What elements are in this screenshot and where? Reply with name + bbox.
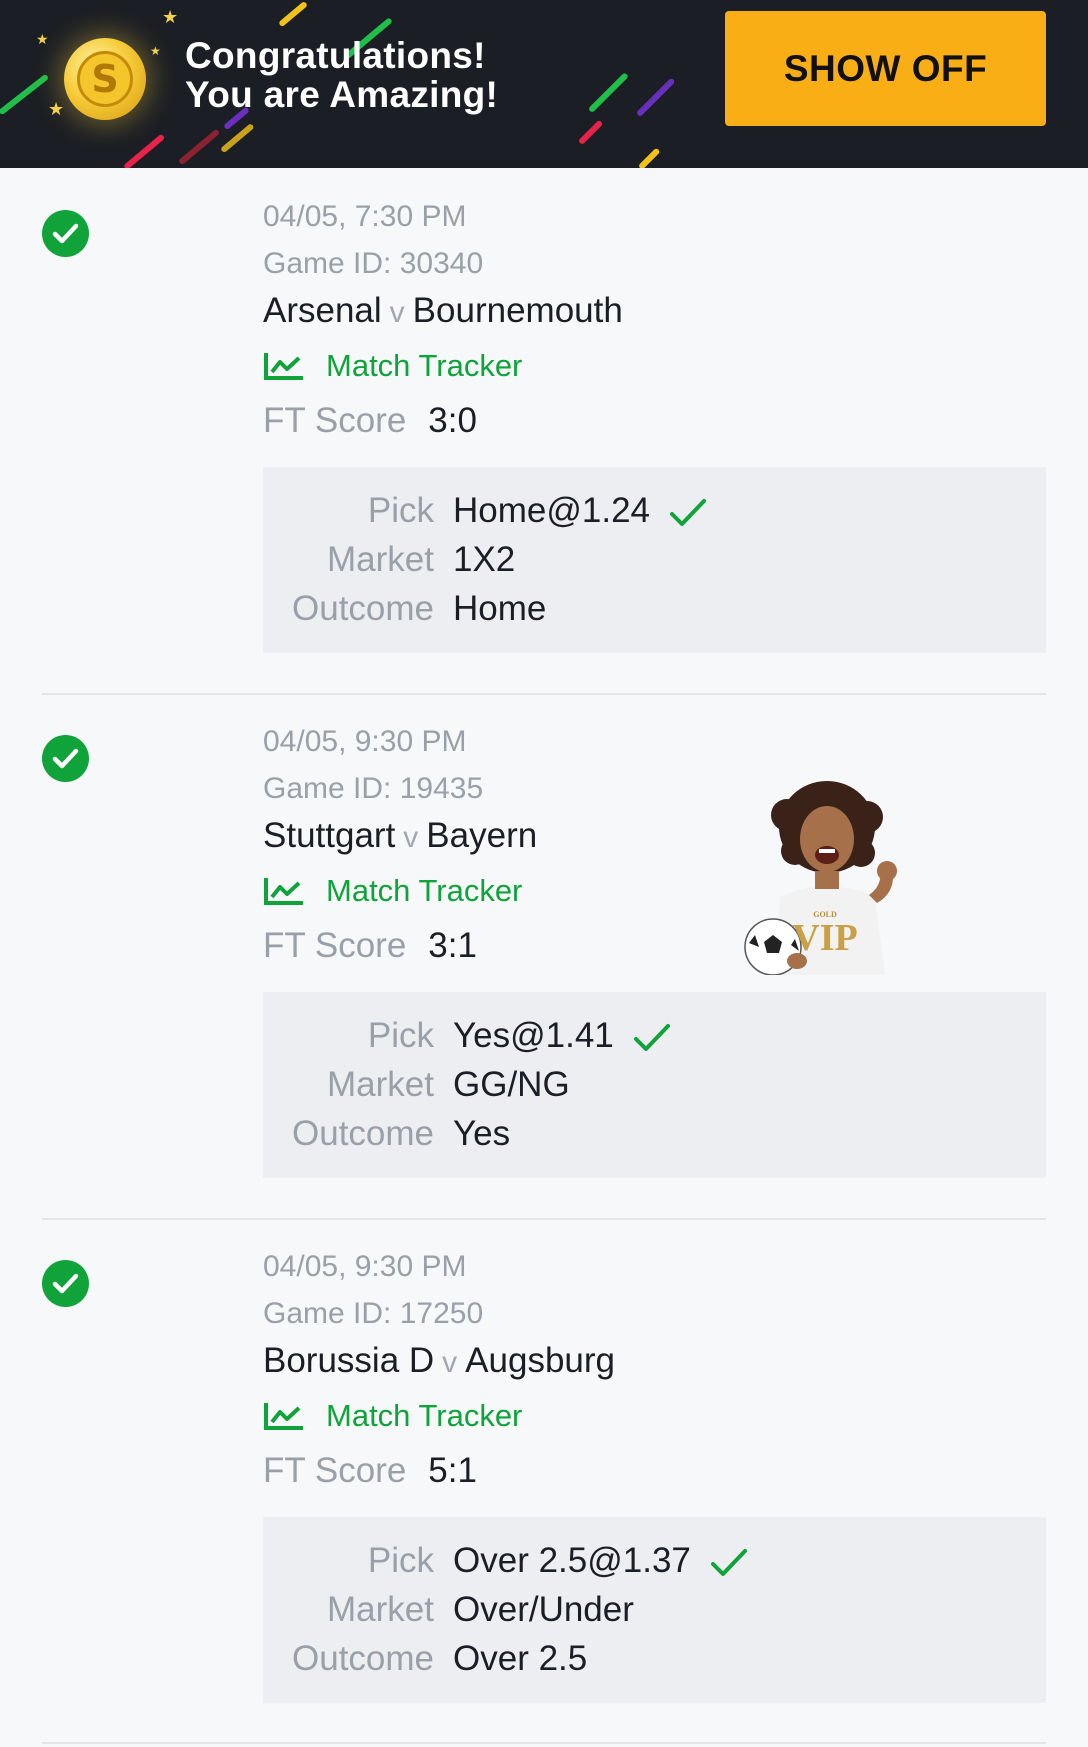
chart-line-icon <box>264 353 303 380</box>
won-check-icon <box>42 1260 89 1307</box>
match-tracker-link[interactable]: Match Tracker <box>262 348 522 384</box>
won-check-icon <box>42 210 89 257</box>
match-teams: Arsenal v Bournemouth <box>263 291 623 333</box>
match-tracker-link[interactable]: Match Tracker <box>262 873 522 909</box>
ft-score: FT Score 3:0 <box>263 401 477 441</box>
match-datetime: 04/05, 9:30 PM <box>263 725 467 758</box>
outcome-label: Outcome <box>292 1639 434 1678</box>
match-tracker-link[interactable]: Match Tracker <box>262 1398 522 1434</box>
match-datetime: 04/05, 7:30 PM <box>263 200 467 233</box>
pick-details: Pick Yes@1.41 Market GG/NG Outcome Yes <box>263 992 1046 1178</box>
market-value: 1X2 <box>453 540 516 579</box>
divider <box>42 1218 1046 1220</box>
ft-score-label: FT Score <box>263 1451 407 1490</box>
ft-score-label: FT Score <box>263 401 407 440</box>
congrats-line-1: Congratulations! <box>185 35 486 76</box>
star-icon: ★ <box>48 99 65 119</box>
versus-label: v <box>403 821 419 854</box>
chart-line-icon <box>264 1403 303 1430</box>
ft-score-label: FT Score <box>263 926 407 965</box>
outcome-label: Outcome <box>292 1114 434 1153</box>
away-team: Augsburg <box>465 1341 615 1380</box>
star-icon: ★ <box>36 31 49 47</box>
vip-badge-text: VIP <box>792 917 857 959</box>
game-id: Game ID: 19435 <box>263 772 484 805</box>
outcome-value: Yes <box>453 1114 511 1153</box>
home-team: Stuttgart <box>263 816 396 855</box>
market-label: Market <box>327 1065 434 1104</box>
won-check-icon <box>42 735 89 782</box>
ft-score-value: 3:1 <box>428 926 477 965</box>
chart-line-icon <box>264 878 303 905</box>
market-label: Market <box>327 540 434 579</box>
gold-coin-icon: S <box>64 38 146 120</box>
ft-score-value: 5:1 <box>428 1451 477 1490</box>
ft-score-value: 3:0 <box>428 401 477 440</box>
away-team: Bournemouth <box>412 291 623 330</box>
divider <box>42 1742 1046 1744</box>
outcome-value: Over 2.5 <box>453 1639 588 1678</box>
versus-label: v <box>389 296 405 329</box>
away-team: Bayern <box>426 816 538 855</box>
pick-details: Pick Over 2.5@1.37 Market Over/Under Out… <box>263 1517 1046 1703</box>
game-id: Game ID: 17250 <box>263 1297 484 1330</box>
star-icon: ★ <box>150 44 161 58</box>
match-tracker-label: Match Tracker <box>326 873 523 908</box>
game-id: Game ID: 30340 <box>263 247 484 280</box>
pick-details: Pick Home@1.24 Market 1X2 Outcome Home <box>263 467 1046 653</box>
market-value: Over/Under <box>453 1590 634 1629</box>
match-tracker-label: Match Tracker <box>326 1398 523 1433</box>
match-teams: Borussia Dv Augsburg <box>263 1341 615 1383</box>
pick-label: Pick <box>367 1541 434 1580</box>
congrats-banner: ★ ★ ★ ★ S Congratulations! You are Amazi… <box>0 0 1088 168</box>
ft-score: FT Score 5:1 <box>263 1451 477 1491</box>
show-off-button[interactable]: SHOW OFF <box>725 11 1046 126</box>
pick-value: Yes@1.41 <box>453 1016 614 1055</box>
pick-value: Home@1.24 <box>453 491 651 530</box>
pick-label: Pick <box>367 491 434 530</box>
pick-label: Pick <box>367 1016 434 1055</box>
market-label: Market <box>327 1590 434 1629</box>
divider <box>42 693 1046 695</box>
correct-check-icon <box>710 1548 747 1576</box>
match-teams: Stuttgart v Bayern <box>263 816 537 858</box>
correct-check-icon <box>670 498 707 526</box>
home-team: Borussia D <box>263 1341 435 1380</box>
pick-value: Over 2.5@1.37 <box>453 1541 691 1580</box>
correct-check-icon <box>633 1023 670 1051</box>
outcome-value: Home <box>453 589 547 628</box>
ft-score: FT Score 3:1 <box>263 926 477 966</box>
vip-woman-illustration: GOLD VIP <box>744 781 897 975</box>
congrats-message: Congratulations! You are Amazing! <box>185 36 498 114</box>
outcome-label: Outcome <box>292 589 434 628</box>
star-icon: ★ <box>162 7 179 27</box>
market-value: GG/NG <box>453 1065 570 1104</box>
home-team: Arsenal <box>263 291 382 330</box>
match-datetime: 04/05, 9:30 PM <box>263 1250 467 1283</box>
match-tracker-label: Match Tracker <box>326 348 523 383</box>
congrats-line-2: You are Amazing! <box>185 74 499 115</box>
versus-label: v <box>442 1346 458 1379</box>
